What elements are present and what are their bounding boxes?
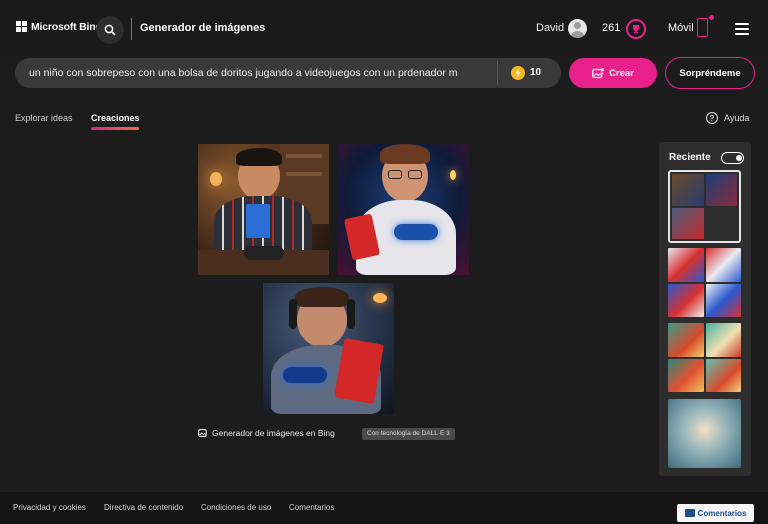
microsoft-logo-icon xyxy=(16,21,28,33)
help-icon: ? xyxy=(706,112,718,124)
feedback-label: Comentarios xyxy=(697,508,747,518)
active-tab-indicator xyxy=(91,127,139,130)
brand-name: Microsoft Bing xyxy=(31,21,102,33)
help-label: Ayuda xyxy=(724,113,750,123)
page-title[interactable]: Generador de imágenes xyxy=(140,22,265,34)
recent-toggle[interactable] xyxy=(721,152,744,164)
prompt-divider xyxy=(497,61,498,85)
footer-link-terms[interactable]: Condiciones de uso xyxy=(201,503,271,512)
recent-title: Reciente xyxy=(669,152,711,163)
feedback-button[interactable]: Comentarios xyxy=(677,504,754,522)
tab-creations[interactable]: Creaciones xyxy=(91,113,140,123)
create-button-label: Crear xyxy=(609,67,634,79)
recent-item[interactable] xyxy=(668,248,741,317)
prompt-input-container[interactable]: un niño con sobrepeso con una bolsa de d… xyxy=(15,58,561,88)
recent-item-active[interactable] xyxy=(668,170,741,243)
trophy-icon[interactable] xyxy=(626,19,646,39)
footer-link-privacy[interactable]: Privacidad y cookies xyxy=(13,503,86,512)
create-image-icon xyxy=(592,67,604,78)
recent-panel: Reciente xyxy=(659,142,751,476)
boost-count: 10 xyxy=(530,67,542,78)
search-icon xyxy=(104,24,116,36)
header-divider xyxy=(131,18,132,40)
prompt-input[interactable]: un niño con sobrepeso con una bolsa de d… xyxy=(29,67,485,79)
recent-item[interactable] xyxy=(668,399,741,468)
create-image-icon xyxy=(198,429,207,437)
dalle-badge: Con tecnología de DALL·E 3 xyxy=(362,428,455,440)
footer: Privacidad y cookies Directiva de conten… xyxy=(0,492,768,524)
surprise-me-button[interactable]: Sorpréndeme xyxy=(665,57,755,89)
recent-item[interactable] xyxy=(668,323,741,392)
footer-link-feedback[interactable]: Comentarios xyxy=(289,503,334,512)
bing-logo[interactable]: Microsoft Bing xyxy=(16,21,102,33)
boost-coin-icon xyxy=(511,66,525,80)
phone-icon[interactable] xyxy=(697,18,708,37)
image-creator-caption: Generador de imágenes en Bing xyxy=(198,428,335,438)
top-header: Microsoft Bing Generador de imágenes Dav… xyxy=(0,0,768,56)
generated-image-3[interactable] xyxy=(263,283,394,414)
footer-link-content-policy[interactable]: Directiva de contenido xyxy=(104,503,183,512)
rewards-points[interactable]: 261 xyxy=(602,22,620,34)
notification-dot xyxy=(709,15,714,20)
user-name[interactable]: David xyxy=(536,22,564,34)
search-button[interactable] xyxy=(96,16,124,44)
help-link[interactable]: ? Ayuda xyxy=(706,112,749,124)
tab-explore-ideas[interactable]: Explorar ideas xyxy=(15,113,73,123)
avatar-icon[interactable] xyxy=(568,19,587,38)
generated-image-2[interactable] xyxy=(338,144,469,275)
create-button[interactable]: Crear xyxy=(569,58,657,88)
feedback-icon xyxy=(684,509,695,517)
hamburger-menu-icon[interactable] xyxy=(735,23,749,35)
mobile-label[interactable]: Móvil xyxy=(668,22,694,34)
caption-text: Generador de imágenes en Bing xyxy=(212,428,335,438)
generated-image-1[interactable] xyxy=(198,144,329,275)
